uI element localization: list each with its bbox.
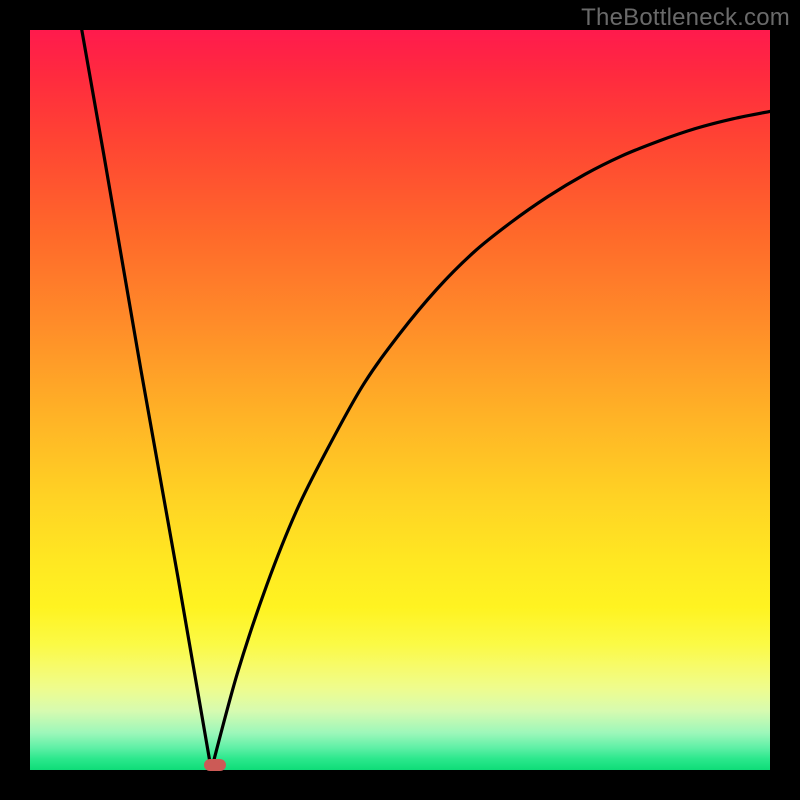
bottleneck-curve: [30, 30, 770, 770]
minimum-marker: [204, 759, 226, 771]
watermark-text: TheBottleneck.com: [581, 4, 790, 32]
